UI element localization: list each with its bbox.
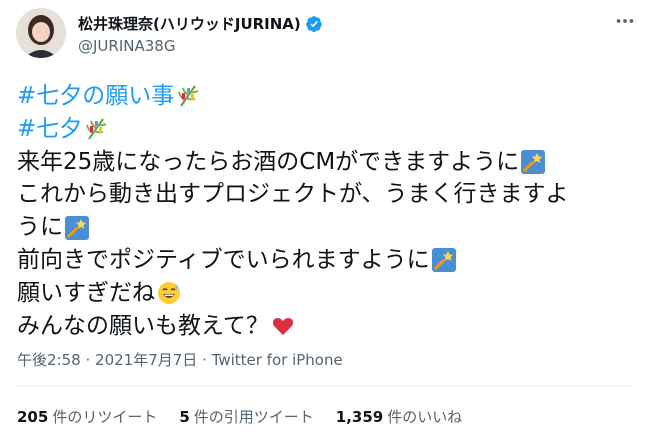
display-name[interactable]: 松井珠理奈(ハリウッドJURINA) bbox=[78, 13, 301, 34]
tanabata-tree-icon bbox=[176, 84, 200, 108]
quote-label: 件の引用ツイート bbox=[193, 408, 314, 426]
tweet-stats: 205 件のリツイート 5 件の引用ツイート 1,359 件のいいね bbox=[17, 406, 484, 427]
shooting-star-icon bbox=[65, 215, 89, 240]
avatar[interactable] bbox=[16, 8, 66, 58]
tweet-line-text: うに bbox=[17, 214, 63, 241]
retweet-label: 件のリツイート bbox=[52, 408, 158, 426]
tweet-line: 前向きでポジティブでいられますように bbox=[17, 244, 637, 277]
tweet-line: #七夕 bbox=[17, 113, 637, 146]
hashtag-link[interactable]: #七夕の願い事 bbox=[17, 80, 174, 113]
retweets-stat[interactable]: 205 件のリツイート bbox=[17, 406, 157, 427]
tweet-line-text: これから動き出すプロジェクトが、うまく行きますよ bbox=[17, 181, 569, 208]
tweet-text: #七夕の願い事 #七夕 来年25歳になったらお酒のCMができますように これから… bbox=[17, 80, 637, 342]
more-icon bbox=[616, 19, 634, 23]
tweet-source[interactable]: Twitter for iPhone bbox=[212, 351, 343, 369]
like-count: 1,359 bbox=[335, 408, 384, 426]
tweet-timestamp: 午後2:58 · 2021年7月7日 · Twitter for iPhone bbox=[17, 349, 343, 370]
sweat-smile-icon bbox=[157, 281, 181, 305]
handle[interactable]: @JURINA38G bbox=[78, 37, 175, 55]
verified-badge-icon bbox=[305, 15, 322, 32]
shooting-star-icon bbox=[521, 149, 546, 174]
tweet-line-text: みんなの願いも教えて？ bbox=[17, 312, 269, 339]
tweet-line-text: 願いすぎだね bbox=[17, 279, 155, 306]
tweet-line: これから動き出すプロジェクトが、うまく行きますよ bbox=[17, 178, 637, 211]
likes-stat[interactable]: 1,359 件のいいね bbox=[336, 406, 462, 427]
tweet-line-text: 来年25歳になったらお酒のCMができますように bbox=[17, 148, 520, 175]
tweet-line: 願いすぎだね bbox=[17, 277, 637, 310]
tweet-line: うに bbox=[17, 211, 637, 244]
meta-separator: · bbox=[85, 351, 91, 369]
retweet-count: 205 bbox=[17, 408, 49, 426]
like-label: 件のいいね bbox=[387, 408, 463, 426]
divider bbox=[16, 386, 634, 387]
hashtag-link[interactable]: #七夕 bbox=[17, 113, 82, 146]
shooting-star-icon bbox=[431, 248, 456, 273]
tweet-date[interactable]: 2021年7月7日 bbox=[95, 351, 197, 369]
tweet-line: #七夕の願い事 bbox=[17, 80, 637, 113]
tweet-line-text: 前向きでポジティブでいられますように bbox=[17, 246, 430, 273]
tweet-line: 来年25歳になったらお酒のCMができますように bbox=[17, 146, 637, 179]
quotes-stat[interactable]: 5 件の引用ツイート bbox=[179, 406, 313, 427]
meta-separator: · bbox=[202, 351, 207, 369]
quote-count: 5 bbox=[179, 408, 190, 426]
more-options-button[interactable] bbox=[614, 10, 636, 32]
tweet-line: みんなの願いも教えて？ bbox=[17, 310, 637, 343]
red-heart-icon bbox=[271, 314, 295, 338]
tanabata-tree-icon bbox=[84, 117, 108, 141]
tweet-time[interactable]: 午後2:58 bbox=[17, 351, 81, 369]
